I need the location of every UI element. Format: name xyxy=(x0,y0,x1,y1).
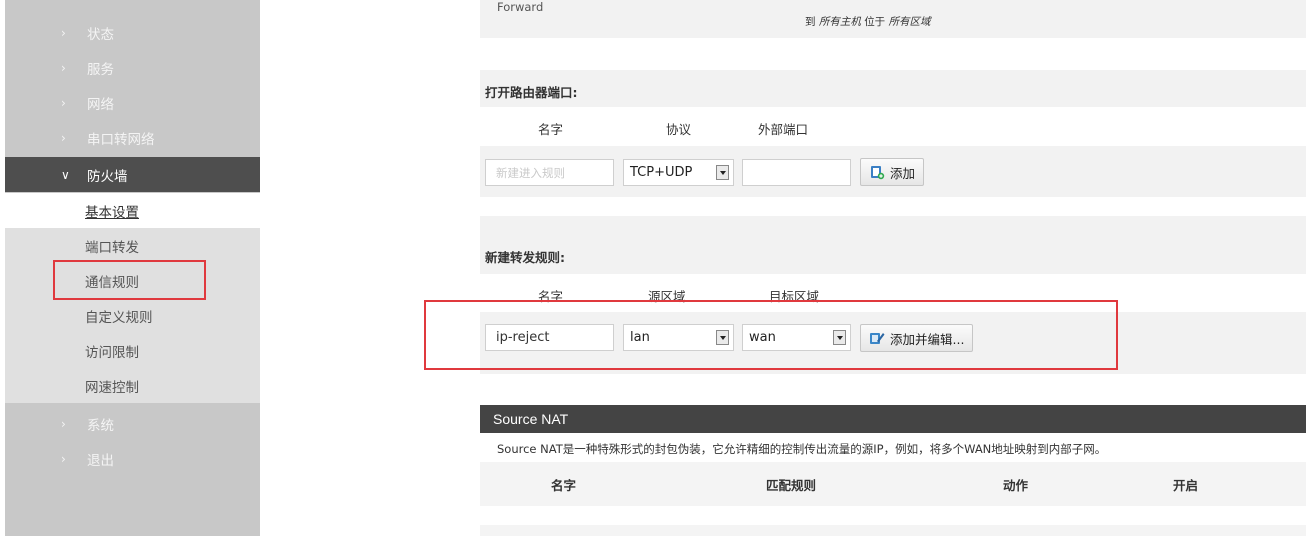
new-forward-header-row xyxy=(480,274,1306,312)
destination-zone-value: wan xyxy=(749,330,776,345)
add-and-edit-label: 添加并编辑... xyxy=(890,331,965,347)
subnav-label: 端口转发 xyxy=(85,239,139,256)
nav-item-firewall[interactable]: ∨ 防火墙 xyxy=(5,157,260,192)
add-and-edit-button[interactable]: 添加并编辑... xyxy=(860,324,974,352)
col-name: 名字 xyxy=(538,122,564,137)
subnav-access-restriction[interactable]: 访问限制 xyxy=(5,333,260,368)
protocol-select[interactable]: TCP+UDP xyxy=(623,159,734,186)
source-nat-table-body xyxy=(480,525,1306,536)
new-forward-title: 新建转发规则: xyxy=(485,250,565,265)
sidebar: › 状态 › 服务 › 网络 › 串口转网络 ∨ 防火墙 基本设置 端口转发 通… xyxy=(5,0,260,536)
source-nat-description: Source NAT是一种特殊形式的封包伪装，它允许精细的控制传出流量的源IP，… xyxy=(497,442,1107,456)
forward-rule-name-input[interactable]: ip-reject xyxy=(485,324,614,351)
nav-item-label: 退出 xyxy=(87,452,114,469)
col-protocol: 协议 xyxy=(666,122,692,137)
nav-item-label: 网络 xyxy=(87,96,114,113)
nav-item-logout[interactable]: › 退出 xyxy=(5,441,260,476)
chevron-right-icon: › xyxy=(61,60,66,75)
nav-item-label: 状态 xyxy=(87,26,114,43)
destination-zone-select[interactable]: wan xyxy=(742,324,851,351)
chevron-down-icon: ∨ xyxy=(61,167,70,182)
chevron-right-icon: › xyxy=(61,25,66,40)
nav-item-services[interactable]: › 服务 xyxy=(5,50,260,85)
chevron-right-icon: › xyxy=(61,451,66,466)
chevron-right-icon: › xyxy=(61,95,66,110)
subnav-label: 基本设置 xyxy=(85,204,139,221)
nav-item-label: 串口转网络 xyxy=(87,131,155,148)
desc-prefix: 到 xyxy=(805,16,816,28)
add-button[interactable]: 添加 xyxy=(860,158,925,186)
subnav-label: 自定义规则 xyxy=(85,309,153,326)
open-port-header-row xyxy=(480,107,1306,146)
col-external-port: 外部端口 xyxy=(758,122,809,137)
th-enabled: 开启 xyxy=(1173,478,1199,493)
subnav-label: 通信规则 xyxy=(85,274,139,291)
dropdown-arrow-icon[interactable] xyxy=(716,165,729,180)
nav-item-label: 系统 xyxy=(87,417,114,434)
th-name: 名字 xyxy=(551,478,577,493)
forward-label: Forward xyxy=(497,0,544,14)
open-port-title: 打开路由器端口: xyxy=(485,85,578,100)
subnav-basic-settings[interactable]: 基本设置 xyxy=(5,193,260,228)
col-destination-zone: 目标区域 xyxy=(769,289,820,304)
nav-item-label: 防火墙 xyxy=(87,168,128,185)
nav-item-status[interactable]: › 状态 xyxy=(5,15,260,50)
desc-hosts: 所有主机 xyxy=(818,16,861,28)
source-zone-select[interactable]: lan xyxy=(623,324,734,351)
nav-item-serial-to-network[interactable]: › 串口转网络 xyxy=(5,120,260,155)
desc-zones: 所有区域 xyxy=(888,16,931,28)
desc-mid: 位于 xyxy=(864,16,886,28)
subnav-port-forward[interactable]: 端口转发 xyxy=(5,228,260,263)
col-source-zone: 源区域 xyxy=(648,289,686,304)
edit-icon xyxy=(870,333,885,344)
add-button-label: 添加 xyxy=(890,165,916,181)
chevron-right-icon: › xyxy=(61,130,66,145)
rule-destination-description: 到 所有主机 位于 所有区域 xyxy=(805,14,931,29)
col-name: 名字 xyxy=(538,289,564,304)
protocol-select-value: TCP+UDP xyxy=(630,165,693,180)
nav-item-network[interactable]: › 网络 xyxy=(5,85,260,120)
source-zone-value: lan xyxy=(630,330,650,345)
subnav-traffic-rules[interactable]: 通信规则 xyxy=(5,263,260,298)
th-action: 动作 xyxy=(1003,478,1029,493)
new-inbound-rule-name-input[interactable]: 新建进入规则 xyxy=(485,159,614,186)
th-match-rule: 匹配规则 xyxy=(766,478,817,493)
subnav-custom-rules[interactable]: 自定义规则 xyxy=(5,298,260,333)
source-nat-header: Source NAT xyxy=(480,405,1306,433)
dropdown-arrow-icon[interactable] xyxy=(716,330,729,345)
nav-item-label: 服务 xyxy=(87,61,114,78)
nav-item-system[interactable]: › 系统 xyxy=(5,406,260,441)
add-doc-icon xyxy=(871,166,885,180)
subnav-label: 网速控制 xyxy=(85,379,139,396)
external-port-input[interactable] xyxy=(742,159,851,186)
chevron-right-icon: › xyxy=(61,416,66,431)
dropdown-arrow-icon[interactable] xyxy=(833,330,846,345)
subnav-label: 访问限制 xyxy=(85,344,139,361)
subnav-speed-control[interactable]: 网速控制 xyxy=(5,368,260,403)
